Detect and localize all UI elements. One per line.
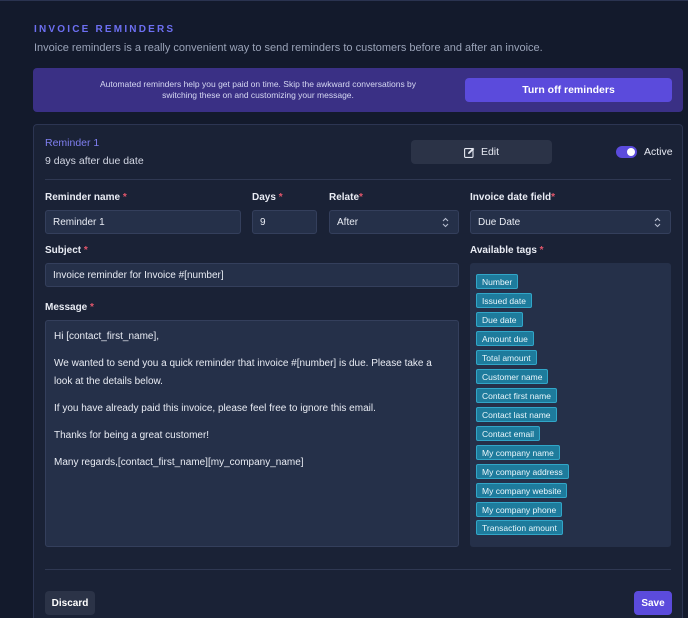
- relate-select-value: After: [337, 216, 359, 228]
- tag-chip[interactable]: Customer name: [476, 369, 549, 384]
- pencil-square-icon: [464, 147, 475, 158]
- turn-off-reminders-button[interactable]: Turn off reminders: [465, 78, 672, 102]
- days-label: Days *: [252, 192, 283, 203]
- required-mark: *: [539, 245, 544, 256]
- discard-button[interactable]: Discard: [45, 591, 95, 615]
- message-line: We wanted to send you a quick reminder t…: [54, 358, 432, 387]
- tag-chip[interactable]: Number: [476, 274, 519, 289]
- tag-chip[interactable]: My company name: [476, 445, 560, 460]
- subject-input[interactable]: Invoice reminder for Invoice #[number]: [45, 263, 459, 287]
- message-line: If you have already paid this invoice, p…: [54, 403, 376, 414]
- section-title: INVOICE REMINDERS: [34, 24, 176, 35]
- reminder-title: Reminder 1: [45, 137, 100, 149]
- tag-chip[interactable]: Due date: [476, 312, 523, 327]
- required-mark: *: [359, 192, 363, 203]
- tag-chip[interactable]: Contact first name: [476, 388, 557, 403]
- footer-divider: [45, 569, 671, 570]
- tag-chip[interactable]: Issued date: [476, 293, 532, 308]
- header-divider: [45, 179, 671, 180]
- subject-label: Subject *: [45, 245, 88, 256]
- active-toggle[interactable]: [616, 146, 637, 158]
- message-label: Message *: [45, 302, 94, 313]
- toggle-knob: [627, 148, 635, 156]
- invoice-date-field-label: Invoice date field*: [470, 192, 556, 203]
- relate-select[interactable]: After: [329, 210, 459, 234]
- invoice-date-field-value: Due Date: [478, 216, 521, 228]
- tag-chip[interactable]: My company website: [476, 483, 568, 498]
- reminder-name-input[interactable]: Reminder 1: [45, 210, 241, 234]
- message-line: Many regards,[contact_first_name][my_com…: [54, 457, 304, 468]
- tag-chip[interactable]: My company address: [476, 464, 569, 479]
- message-textarea[interactable]: Hi [contact_first_name], We wanted to se…: [45, 320, 459, 547]
- available-tags-panel: Number Issued date Due date Amount due T…: [470, 263, 671, 547]
- available-tags-label: Available tags *: [470, 245, 544, 256]
- required-mark: *: [83, 245, 88, 256]
- tag-chip[interactable]: My company phone: [476, 502, 563, 517]
- required-mark: *: [90, 302, 94, 313]
- required-mark: *: [278, 192, 283, 203]
- select-arrows-icon: [654, 217, 661, 228]
- tag-chip[interactable]: Transaction amount: [476, 520, 563, 535]
- banner-text: Automated reminders help you get paid on…: [99, 79, 417, 100]
- tag-chip[interactable]: Total amount: [476, 350, 537, 365]
- reminder-name-label: Reminder name *: [45, 192, 127, 203]
- message-line: Hi [contact_first_name],: [54, 331, 160, 342]
- edit-button[interactable]: Edit: [411, 140, 552, 164]
- message-line: Thanks for being a great customer!: [54, 430, 210, 441]
- reminder-card: Reminder 1 9 days after due date Edit Ac…: [33, 124, 683, 618]
- invoice-date-field-select[interactable]: Due Date: [470, 210, 671, 234]
- tag-chip[interactable]: Contact email: [476, 426, 540, 441]
- save-button[interactable]: Save: [634, 591, 672, 615]
- relate-label: Relate*: [329, 192, 363, 203]
- edit-label: Edit: [480, 146, 500, 158]
- reminder-subtitle: 9 days after due date: [45, 155, 144, 167]
- days-input[interactable]: 9: [252, 210, 317, 234]
- section-description: Invoice reminders is a really convenient…: [34, 42, 543, 54]
- required-mark: *: [551, 192, 556, 203]
- reminders-banner: Automated reminders help you get paid on…: [33, 68, 683, 112]
- tag-chip[interactable]: Contact last name: [476, 407, 557, 422]
- select-arrows-icon: [442, 217, 449, 228]
- top-border: [0, 0, 688, 1]
- active-label: Active: [644, 146, 673, 158]
- tag-chip[interactable]: Amount due: [476, 331, 534, 346]
- required-mark: *: [122, 192, 127, 203]
